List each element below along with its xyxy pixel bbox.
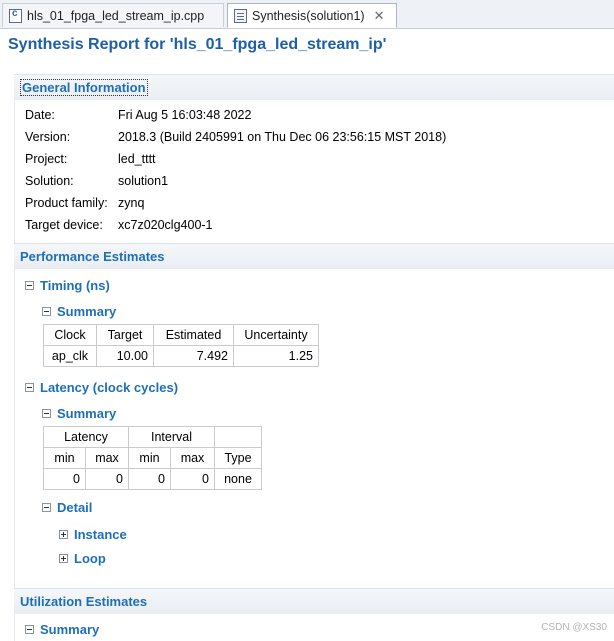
table-row: 0 0 0 0 none — [43, 468, 262, 490]
cpp-file-icon — [9, 8, 22, 23]
date-value: Fri Aug 5 16:03:48 2022 — [118, 108, 252, 122]
section-performance-estimates[interactable]: Performance Estimates — [14, 243, 614, 269]
collapse-icon[interactable] — [25, 625, 34, 634]
version-value: 2018.3 (Build 2405991 on Thu Dec 06 23:5… — [118, 130, 447, 144]
report-icon — [234, 8, 247, 23]
project-label: Project: — [25, 152, 68, 166]
table-cell: ap_clk — [43, 345, 97, 367]
tree-label: Loop — [74, 551, 106, 566]
section-utilization-estimates[interactable]: Utilization Estimates — [14, 588, 614, 614]
solution-value: solution1 — [118, 174, 169, 188]
tree-label: Summary — [40, 622, 100, 637]
tab-label: hls_01_fpga_led_stream_ip.cpp — [27, 8, 205, 23]
collapse-icon[interactable] — [25, 383, 34, 392]
table-group-header-row: Latency Interval — [43, 426, 262, 448]
tree-timing[interactable]: Timing (ns) — [25, 278, 110, 293]
column-header: max — [170, 447, 215, 469]
table-cell: 0 — [170, 468, 215, 490]
table-cell: 0 — [43, 468, 86, 490]
project-value: led_tttt — [118, 152, 156, 166]
tree-latency-summary[interactable]: Summary — [42, 406, 116, 421]
collapse-icon[interactable] — [25, 281, 34, 290]
editor-tab-bar: hls_01_fpga_led_stream_ip.cpp Synthesis(… — [0, 0, 614, 29]
table-cell: 0 — [85, 468, 129, 490]
tree-utilization-summary[interactable]: Summary — [25, 622, 99, 637]
panel-border — [14, 74, 15, 641]
section-heading: Utilization Estimates — [20, 594, 148, 609]
tree-latency-detail[interactable]: Detail — [42, 500, 92, 515]
tab-cpp-file[interactable]: hls_01_fpga_led_stream_ip.cpp — [2, 3, 224, 27]
tree-label: Instance — [74, 527, 127, 542]
table-cell: 1.25 — [233, 345, 319, 367]
target-device-value: xc7z020clg400-1 — [118, 218, 213, 232]
tree-timing-summary[interactable]: Summary — [42, 304, 116, 319]
table-cell: 7.492 — [153, 345, 234, 367]
table-cell: none — [214, 468, 262, 490]
table-cell: 10.00 — [96, 345, 154, 367]
collapse-icon[interactable] — [42, 409, 51, 418]
tree-label: Summary — [57, 304, 117, 319]
section-heading: General Information — [20, 79, 148, 96]
column-header: Estimated — [153, 324, 234, 346]
section-heading: Performance Estimates — [20, 249, 165, 264]
close-icon[interactable]: ✕ — [374, 8, 385, 24]
section-general-information[interactable]: General Information — [14, 74, 614, 100]
tree-label: Timing (ns) — [40, 278, 110, 293]
timing-summary-table: Clock Target Estimated Uncertainty ap_cl… — [43, 324, 319, 367]
column-group-header: Latency — [43, 426, 129, 448]
latency-summary-table: Latency Interval min max min max Type 0 … — [43, 426, 262, 490]
column-group-header: Interval — [128, 426, 215, 448]
tree-detail-instance[interactable]: Instance — [59, 527, 127, 542]
column-header: Uncertainty — [233, 324, 319, 346]
collapse-icon[interactable] — [42, 307, 51, 316]
tree-latency[interactable]: Latency (clock cycles) — [25, 380, 178, 395]
tree-label: Detail — [57, 500, 93, 515]
solution-label: Solution: — [25, 174, 74, 188]
column-header: Type — [214, 447, 262, 469]
tab-synthesis-report[interactable]: Synthesis(solution1) ✕ — [227, 3, 397, 28]
target-device-label: Target device: — [25, 218, 103, 232]
tree-detail-loop[interactable]: Loop — [59, 551, 106, 566]
column-header: min — [128, 447, 171, 469]
version-label: Version: — [25, 130, 71, 144]
column-group-header — [214, 426, 262, 448]
column-header: min — [43, 447, 86, 469]
column-header: max — [85, 447, 129, 469]
tree-label: Summary — [57, 406, 117, 421]
watermark: CSDN @XS30 — [541, 622, 607, 633]
tree-label: Latency (clock cycles) — [40, 380, 179, 395]
product-family-label: Product family: — [25, 196, 108, 210]
expand-icon[interactable] — [59, 554, 68, 563]
table-header-row: min max min max Type — [43, 447, 262, 469]
tab-label: Synthesis(solution1) — [252, 8, 365, 23]
column-header: Clock — [43, 324, 97, 346]
table-row: ap_clk 10.00 7.492 1.25 — [43, 345, 319, 367]
collapse-icon[interactable] — [42, 503, 51, 512]
column-header: Target — [96, 324, 154, 346]
page-title: Synthesis Report for 'hls_01_fpga_led_st… — [8, 36, 387, 53]
product-family-value: zynq — [118, 196, 145, 210]
table-cell: 0 — [128, 468, 171, 490]
date-label: Date: — [25, 108, 55, 122]
expand-icon[interactable] — [59, 530, 68, 539]
table-header-row: Clock Target Estimated Uncertainty — [43, 324, 319, 346]
